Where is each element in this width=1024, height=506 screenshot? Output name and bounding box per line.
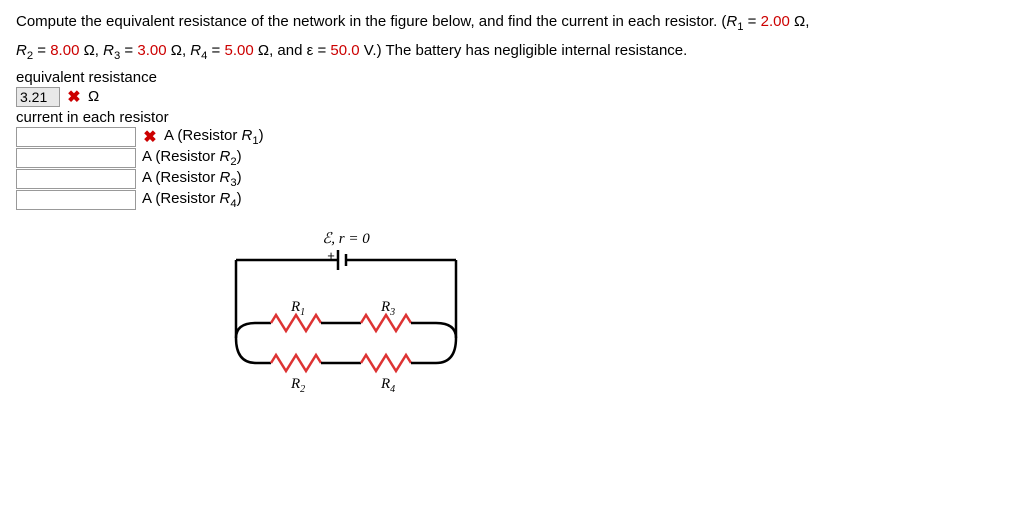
R2-sym: R: [16, 42, 27, 59]
R1-val: 2.00: [761, 13, 790, 30]
equivalent-resistance-label: equivalent resistance: [16, 69, 1008, 86]
problem-line1-a: Compute the equivalent resistance of the…: [16, 13, 726, 30]
R4-val: 5.00: [225, 42, 254, 59]
equivalent-resistance-input[interactable]: [16, 87, 60, 107]
R4-sym: R: [190, 42, 201, 59]
equivalent-resistance-row: ✖ Ω: [16, 87, 1008, 107]
current-unit-r3: A (Resistor R3): [142, 169, 242, 189]
r3-label: R3: [380, 299, 395, 318]
resistor-r2-icon: [271, 355, 321, 371]
current-input-r3[interactable]: [16, 169, 136, 189]
R3-val: 3.00: [137, 42, 166, 59]
emf-label: ℰ, r = 0: [322, 231, 370, 247]
R3-sym: R: [103, 42, 114, 59]
emf-val: 50.0: [330, 42, 359, 59]
resistor-r4-icon: [361, 355, 411, 371]
resistor-r1-icon: [271, 315, 321, 331]
current-input-r2[interactable]: [16, 148, 136, 168]
current-input-r4[interactable]: [16, 190, 136, 210]
current-unit-r2: A (Resistor R2): [142, 148, 242, 168]
r2-label: R2: [290, 376, 305, 395]
current-unit-r1: A (Resistor R1): [164, 127, 264, 147]
current-unit-r4: A (Resistor R4): [142, 190, 242, 210]
r4-label: R4: [380, 376, 395, 395]
current-row-r3: A (Resistor R3): [16, 169, 1008, 189]
incorrect-icon: ✖: [66, 87, 82, 107]
current-row-r2: A (Resistor R2): [16, 148, 1008, 168]
u1: Ω,: [790, 13, 810, 30]
current-label: current in each resistor: [16, 109, 1008, 126]
problem-statement: Compute the equivalent resistance of the…: [16, 8, 1008, 67]
circuit-diagram: ℰ, r = 0 + R1 R3 R2 R4: [216, 228, 476, 432]
R1-sym: R: [726, 13, 737, 30]
eq1: =: [744, 13, 761, 30]
current-row-r4: A (Resistor R4): [16, 190, 1008, 210]
equivalent-resistance-unit: Ω: [88, 88, 99, 105]
r1-label: R1: [290, 299, 305, 318]
resistor-r3-icon: [361, 315, 411, 331]
incorrect-icon: ✖: [142, 127, 158, 147]
R2-val: 8.00: [50, 42, 79, 59]
current-row-r1: ✖ A (Resistor R1): [16, 127, 1008, 147]
current-input-r1[interactable]: [16, 127, 136, 147]
